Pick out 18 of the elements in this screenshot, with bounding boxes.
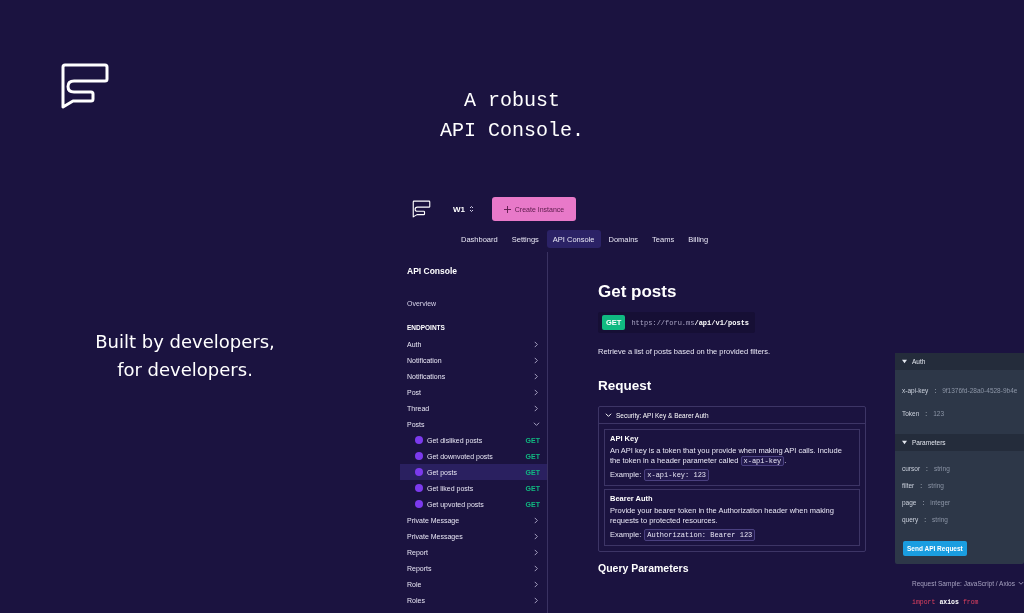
tagline: for developers. [116,358,254,382]
page-title: Get posts [598,282,678,302]
sidebar-title: API Console [406,266,459,276]
plus-icon [503,205,511,213]
section-heading: Request [598,378,653,394]
tagline: Built by developers, [94,330,276,354]
triangle-down-icon [902,359,907,364]
section-heading: Query Parameters [598,562,690,574]
workspace-name[interactable]: W1 [453,204,465,214]
up-down-chevron-icon[interactable] [469,205,474,213]
triangle-down-icon [902,440,907,445]
chevron-down-icon [1017,580,1024,587]
headline: A robust [463,88,561,114]
chevron-down-icon [533,420,540,428]
logo-icon [60,62,110,110]
chevron-down-icon [605,411,612,419]
headline: API Console. [439,118,585,144]
app-logo-icon [412,200,431,218]
